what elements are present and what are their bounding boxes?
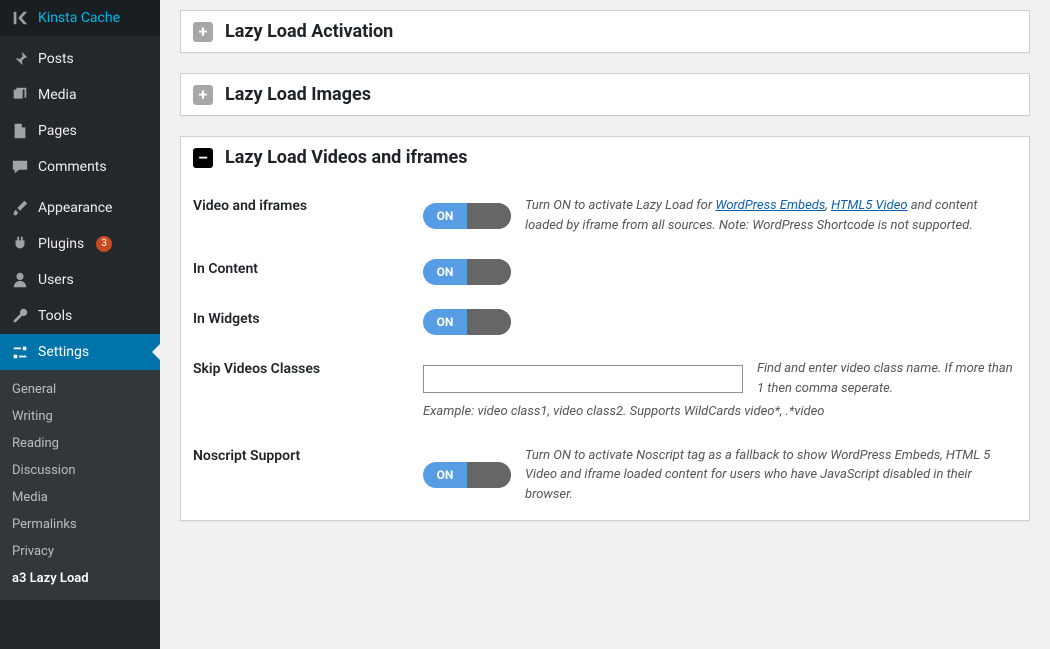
row-label: In Widgets	[193, 309, 423, 327]
pin-icon	[10, 49, 30, 69]
plugin-update-badge: 3	[96, 236, 112, 252]
submenu-item-media[interactable]: Media	[0, 484, 160, 511]
comment-icon	[10, 157, 30, 177]
sidebar-item-pages[interactable]: Pages	[0, 113, 160, 149]
expand-icon: +	[193, 22, 213, 42]
sidebar-item-label: Comments	[38, 159, 107, 175]
panel-lazy-load-videos-iframes: – Lazy Load Videos and iframes Video and…	[180, 136, 1030, 521]
sidebar-item-plugins[interactable]: Plugins 3	[0, 226, 160, 262]
row-description: Find and enter video class name. If more…	[757, 359, 1017, 398]
toggle-on-label: ON	[423, 259, 467, 285]
sidebar-item-users[interactable]: Users	[0, 262, 160, 298]
sidebar-item-label: Kinsta Cache	[38, 10, 120, 26]
panel-body-videos: Video and iframes ON Turn ON to activate…	[181, 178, 1029, 520]
sidebar-item-comments[interactable]: Comments	[0, 149, 160, 185]
admin-sidebar: Kinsta Cache Posts Media Pages Comments …	[0, 0, 160, 649]
row-label: Video and iframes	[193, 196, 423, 214]
sidebar-item-label: Pages	[38, 123, 77, 139]
sidebar-item-appearance[interactable]: Appearance	[0, 190, 160, 226]
media-icon	[10, 85, 30, 105]
row-in-content: In Content ON	[193, 241, 1017, 291]
sidebar-item-label: Users	[38, 272, 74, 288]
page-icon	[10, 121, 30, 141]
sidebar-item-label: Posts	[38, 51, 74, 67]
submenu-item-a3-lazy-load[interactable]: a3 Lazy Load	[0, 565, 160, 592]
submenu-item-general[interactable]: General	[0, 376, 160, 403]
collapse-icon: –	[193, 148, 213, 168]
wrench-icon	[10, 306, 30, 326]
brush-icon	[10, 198, 30, 218]
panel-title: Lazy Load Activation	[225, 21, 393, 42]
submenu-item-permalinks[interactable]: Permalinks	[0, 511, 160, 538]
link-html5-video[interactable]: HTML5 Video	[831, 198, 908, 213]
toggle-on-label: ON	[423, 309, 467, 335]
toggle-on-label: ON	[423, 462, 467, 488]
row-label: In Content	[193, 259, 423, 277]
panel-title: Lazy Load Videos and iframes	[225, 147, 468, 168]
submenu-item-writing[interactable]: Writing	[0, 403, 160, 430]
sidebar-item-media[interactable]: Media	[0, 77, 160, 113]
row-label: Skip Videos Classes	[193, 359, 423, 377]
sidebar-item-label: Appearance	[38, 200, 112, 216]
main-content: + Lazy Load Activation + Lazy Load Image…	[160, 0, 1050, 649]
sidebar-item-label: Media	[38, 87, 77, 103]
row-video-and-iframes: Video and iframes ON Turn ON to activate…	[193, 178, 1017, 241]
panel-lazy-load-activation: + Lazy Load Activation	[180, 10, 1030, 53]
toggle-in-widgets[interactable]: ON	[423, 309, 511, 335]
panel-toggle-videos[interactable]: – Lazy Load Videos and iframes	[181, 137, 1029, 178]
row-skip-videos-classes: Skip Videos Classes Find and enter video…	[193, 341, 1017, 428]
toggle-noscript-support[interactable]: ON	[423, 462, 511, 488]
input-skip-videos-classes[interactable]	[423, 365, 743, 393]
link-wordpress-embeds[interactable]: WordPress Embeds	[715, 198, 825, 213]
panel-toggle-images[interactable]: + Lazy Load Images	[181, 74, 1029, 115]
sidebar-item-label: Tools	[38, 308, 72, 324]
row-noscript-support: Noscript Support ON Turn ON to activate …	[193, 428, 1017, 511]
expand-icon: +	[193, 85, 213, 105]
row-description: Turn ON to activate Lazy Load for WordPr…	[525, 196, 1017, 235]
row-label: Noscript Support	[193, 446, 423, 464]
panel-lazy-load-images: + Lazy Load Images	[180, 73, 1030, 116]
sidebar-item-kinsta-cache[interactable]: Kinsta Cache	[0, 0, 160, 36]
sidebar-item-label: Settings	[38, 344, 89, 360]
submenu-item-privacy[interactable]: Privacy	[0, 538, 160, 565]
sidebar-item-tools[interactable]: Tools	[0, 298, 160, 334]
sidebar-item-posts[interactable]: Posts	[0, 41, 160, 77]
toggle-on-label: ON	[423, 203, 467, 229]
toggle-in-content[interactable]: ON	[423, 259, 511, 285]
row-description: Turn ON to activate Noscript tag as a fa…	[525, 446, 1017, 505]
kinsta-icon	[10, 8, 30, 28]
submenu-item-reading[interactable]: Reading	[0, 430, 160, 457]
sidebar-item-settings[interactable]: Settings	[0, 334, 160, 370]
row-in-widgets: In Widgets ON	[193, 291, 1017, 341]
user-icon	[10, 270, 30, 290]
sidebar-item-label: Plugins	[38, 236, 84, 252]
panel-toggle-activation[interactable]: + Lazy Load Activation	[181, 11, 1029, 52]
plug-icon	[10, 234, 30, 254]
settings-submenu: General Writing Reading Discussion Media…	[0, 370, 160, 600]
toggle-video-iframes[interactable]: ON	[423, 203, 511, 229]
panel-title: Lazy Load Images	[225, 84, 371, 105]
sliders-icon	[10, 342, 30, 362]
row-description-example: Example: video class1, video class2. Sup…	[423, 402, 1017, 422]
submenu-item-discussion[interactable]: Discussion	[0, 457, 160, 484]
